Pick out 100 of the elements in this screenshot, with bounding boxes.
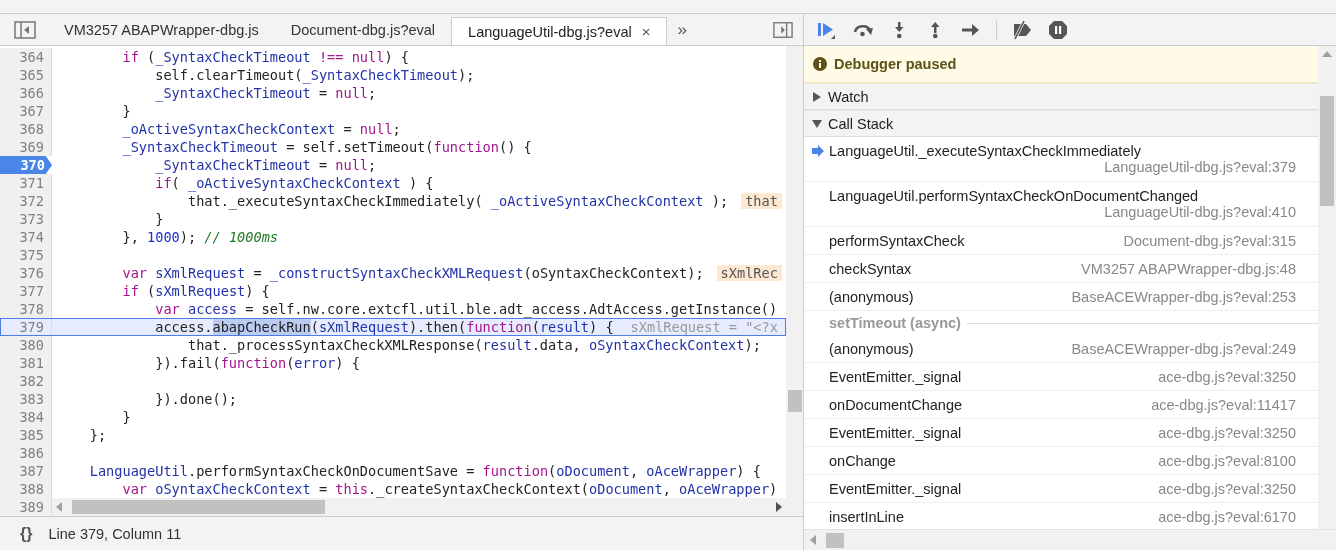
editor-tab[interactable]: LanguageUtil-dbg.js?eval × (451, 17, 668, 45)
pause-on-exceptions-icon[interactable] (1047, 19, 1069, 40)
call-frame[interactable]: (anonymous) BaseACEWrapper-dbg.js?eval:249 (804, 335, 1318, 363)
call-frame[interactable]: LanguageUtil._executeSyntaxCheckImmediately LanguageUtil-dbg.js?eval:379 (804, 137, 1318, 182)
section-header[interactable]: Call Stack (804, 110, 1318, 137)
line-number[interactable]: 373 (0, 210, 52, 228)
function-name: (anonymous) (829, 288, 914, 305)
deactivate-breakpoints-icon[interactable] (1011, 19, 1033, 40)
editor-tab[interactable]: Document-dbg.js?eval (274, 14, 452, 45)
scroll-thumb[interactable] (72, 500, 325, 514)
code-line: var sXmlRequest = _constructSyntaxCheckXMLRequest(oSyntaxCheckContext); (121, 265, 704, 281)
call-frame[interactable]: EventEmitter._signal ace-dbg.js?eval:3250 (804, 419, 1318, 447)
call-frame[interactable]: onDocumentChange ace-dbg.js?eval:11417 (804, 391, 1318, 419)
code-line: LanguageUtil.performSyntaxCheckOnDocumentSave = function(oDocument, oAceWrapper) { (88, 463, 761, 479)
code-line: }; (88, 427, 107, 443)
code-line: _SyntaxCheckTimeout = null; (154, 85, 377, 101)
horizontal-scrollbar[interactable] (52, 498, 786, 516)
source-location[interactable]: ace-dbg.js?eval:11417 (1151, 396, 1296, 413)
line-number[interactable]: 388 (0, 480, 52, 498)
close-icon[interactable]: × (641, 23, 651, 40)
inline-value: that (741, 193, 782, 209)
vertical-scrollbar[interactable] (786, 46, 803, 516)
inline-value: sXmlRequest = "<?x (629, 319, 779, 335)
line-number[interactable]: 366 (0, 84, 52, 102)
line-number[interactable]: 383 (0, 390, 52, 408)
line-number[interactable]: 372 (0, 192, 52, 210)
line-number[interactable]: 386 (0, 444, 52, 462)
code-line: var oSyntaxCheckContext = this._createSyntaxCheckContext(oDocument, oAceWrapper) (121, 481, 778, 497)
debugger-toggle-icon[interactable] (773, 20, 793, 39)
call-frame[interactable]: EventEmitter._signal ace-dbg.js?eval:3250 (804, 363, 1318, 391)
call-frame[interactable]: onChange ace-dbg.js?eval:8100 (804, 447, 1318, 475)
code-line: } (121, 103, 131, 119)
editor-tab[interactable]: VM3257 ABAPWrapper-dbg.js (48, 14, 275, 45)
scroll-right-icon[interactable] (775, 502, 783, 512)
line-number[interactable]: 384 (0, 408, 52, 426)
line-number[interactable]: 389 (0, 498, 52, 516)
more-tabs-button[interactable]: » (667, 14, 697, 45)
line-number[interactable]: 385 (0, 426, 52, 444)
line-number[interactable]: 382 (0, 372, 52, 390)
inline-value: sXmlRec (716, 265, 782, 281)
pretty-print-button[interactable]: {} (20, 524, 33, 543)
line-number[interactable]: 387 (0, 462, 52, 480)
scroll-up-icon[interactable] (1322, 51, 1332, 57)
source-location[interactable]: LanguageUtil-dbg.js?eval:410 (1104, 204, 1296, 220)
code-line: }).fail(function(error) { (154, 355, 360, 371)
line-number[interactable]: 376 (0, 264, 52, 282)
function-name: checkSyntax (829, 260, 912, 277)
scroll-thumb[interactable] (826, 533, 844, 548)
async-separator: setTimeout (async) (829, 315, 961, 331)
source-location[interactable]: ace-dbg.js?eval:3250 (1158, 368, 1296, 385)
line-number[interactable]: 369 (0, 138, 52, 156)
call-frame[interactable]: performSyntaxCheck Document-dbg.js?eval:315 (804, 227, 1318, 255)
line-number[interactable]: 371 (0, 174, 52, 192)
code-line: if (sXmlRequest) { (121, 283, 270, 299)
function-name: LanguageUtil._executeSyntaxCheckImmediately (829, 143, 1142, 159)
line-number[interactable]: 367 (0, 102, 52, 120)
line-number[interactable]: 377 (0, 282, 52, 300)
source-location[interactable]: ace-dbg.js?eval:8100 (1158, 452, 1296, 469)
line-number[interactable]: 365 (0, 66, 52, 84)
horizontal-scrollbar[interactable] (804, 529, 1336, 550)
code-line: } (154, 211, 164, 227)
line-number[interactable]: 378 (0, 300, 52, 318)
scroll-thumb[interactable] (1320, 96, 1334, 206)
function-name: (anonymous) (829, 340, 914, 357)
code-line: var access = self.nw.core.extcfl.util.ble.adt_access.AdtAccess.getInstance() (154, 301, 778, 317)
code-line: } (121, 409, 131, 425)
source-location[interactable]: BaseACEWrapper-dbg.js?eval:249 (1071, 340, 1296, 357)
call-frame[interactable]: checkSyntax VM3257 ABAPWrapper-dbg.js:48 (804, 255, 1318, 283)
line-number[interactable]: 375 (0, 246, 52, 264)
code-line: access.abapCheckRun(sXmlRequest).then(function(result) { (154, 319, 614, 335)
source-location[interactable]: ace-dbg.js?eval:3250 (1158, 424, 1296, 441)
source-location[interactable]: BaseACEWrapper-dbg.js?eval:253 (1071, 288, 1296, 305)
line-number[interactable]: 381 (0, 354, 52, 372)
line-number[interactable]: 374 (0, 228, 52, 246)
code-line: }).done(); (154, 391, 238, 407)
call-frame[interactable]: LanguageUtil.performSyntaxCheckOnDocumentChanged LanguageUtil-dbg.js?eval:410 (804, 182, 1318, 227)
scroll-left-icon[interactable] (55, 502, 63, 512)
source-location[interactable]: Document-dbg.js?eval:315 (1123, 232, 1296, 249)
scroll-thumb[interactable] (788, 390, 802, 412)
function-name: EventEmitter._signal (829, 424, 962, 441)
line-number[interactable]: 368 (0, 120, 52, 138)
code-line: self.clearTimeout(_SyntaxCheckTimeout); (154, 67, 475, 83)
breakpoint-marker[interactable]: 370 (0, 156, 52, 174)
call-frame[interactable]: (anonymous) BaseACEWrapper-dbg.js?eval:253 (804, 283, 1318, 311)
code-line: if (_SyntaxCheckTimeout !== null) { (121, 49, 409, 65)
code-line: _SyntaxCheckTimeout = self.setTimeout(function() { (121, 139, 532, 155)
source-location[interactable]: LanguageUtil-dbg.js?eval:379 (1104, 159, 1296, 175)
line-number[interactable]: 364 (0, 48, 52, 66)
source-location[interactable]: ace-dbg.js?eval:3250 (1158, 480, 1296, 497)
source-location[interactable]: ace-dbg.js?eval:6170 (1158, 508, 1296, 525)
navigator-toggle-icon[interactable] (14, 20, 36, 39)
scroll-left-icon[interactable] (810, 535, 816, 545)
line-number[interactable]: 380 (0, 336, 52, 354)
function-name: insertInLine (829, 508, 904, 525)
function-name: onDocumentChange (829, 396, 962, 413)
section-header[interactable]: Watch (804, 83, 1318, 110)
call-frame[interactable]: EventEmitter._signal ace-dbg.js?eval:3250 (804, 475, 1318, 503)
source-location[interactable]: VM3257 ABAPWrapper-dbg.js:48 (1081, 260, 1296, 277)
cursor-position: Line 379, Column 11 (48, 525, 182, 542)
function-name: EventEmitter._signal (829, 368, 962, 385)
